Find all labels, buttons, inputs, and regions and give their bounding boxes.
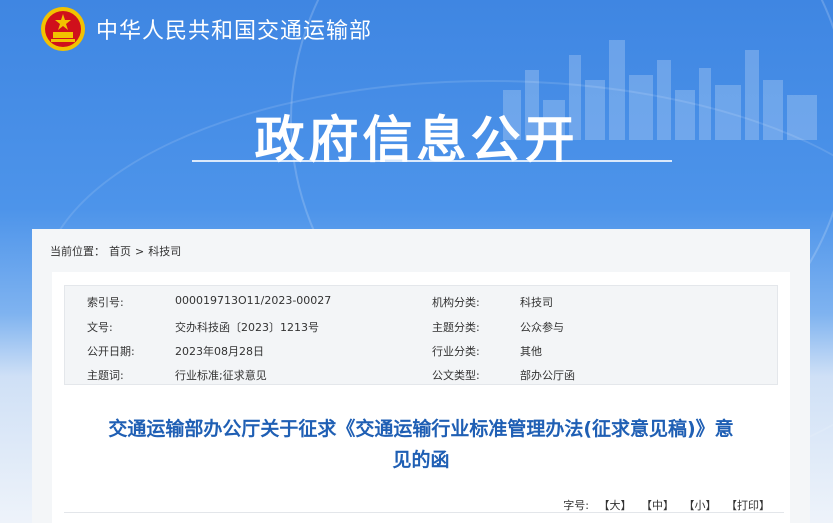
breadcrumb-home-link[interactable]: 首页 bbox=[109, 245, 131, 258]
doc-type-label: 公文类型: bbox=[432, 369, 480, 382]
doc-type-value: 部办公厅函 bbox=[520, 369, 575, 382]
print-button[interactable]: 【打印】 bbox=[726, 499, 770, 512]
document-meta-table: 索引号: 000019713O11/2023-00027 机构分类: 科技司 文… bbox=[64, 285, 778, 385]
index-no-label: 索引号: bbox=[87, 296, 124, 309]
industry-value: 其他 bbox=[520, 345, 542, 358]
document-title: 交通运输部办公厅关于征求《交通运输行业标准管理办法(征求意见稿)》意 见的函 bbox=[52, 414, 790, 476]
index-no-value: 000019713O11/2023-00027 bbox=[175, 294, 332, 307]
breadcrumb-separator: > bbox=[135, 245, 145, 258]
doc-no-label: 文号: bbox=[87, 321, 113, 334]
site-name[interactable]: 中华人民共和国交通运输部 bbox=[96, 13, 372, 45]
topic-label: 主题分类: bbox=[432, 321, 480, 334]
topic-value: 公众参与 bbox=[520, 321, 564, 334]
publish-date-value: 2023年08月28日 bbox=[175, 345, 264, 358]
industry-label: 行业分类: bbox=[432, 345, 480, 358]
font-size-toolbar: 字号: 【大】 【中】 【小】 【打印】 bbox=[563, 497, 770, 513]
breadcrumb: 当前位置： 首页 > 科技司 bbox=[50, 243, 185, 259]
document-title-line: 见的函 bbox=[392, 449, 450, 471]
org-value: 科技司 bbox=[520, 296, 553, 309]
font-size-label: 字号: bbox=[563, 499, 589, 512]
banner-title-underline bbox=[192, 160, 672, 162]
breadcrumb-prefix: 当前位置： bbox=[50, 245, 105, 258]
font-size-small-button[interactable]: 【小】 bbox=[684, 499, 717, 512]
breadcrumb-current-link[interactable]: 科技司 bbox=[148, 245, 181, 258]
national-emblem-icon[interactable] bbox=[40, 6, 86, 52]
divider bbox=[64, 512, 784, 513]
content-area: 索引号: 000019713O11/2023-00027 机构分类: 科技司 文… bbox=[52, 272, 790, 523]
org-label: 机构分类: bbox=[432, 296, 480, 309]
font-size-large-button[interactable]: 【大】 bbox=[599, 499, 632, 512]
publish-date-label: 公开日期: bbox=[87, 345, 135, 358]
document-title-line: 交通运输部办公厅关于征求《交通运输行业标准管理办法(征求意见稿)》意 bbox=[108, 418, 734, 440]
main-panel: 当前位置： 首页 > 科技司 索引号: 000019713O11/2023-00027… bbox=[32, 229, 810, 523]
keywords-value: 行业标准;征求意见 bbox=[175, 369, 267, 382]
font-size-medium-button[interactable]: 【中】 bbox=[641, 499, 674, 512]
keywords-label: 主题词: bbox=[87, 369, 124, 382]
doc-no-value: 交办科技函〔2023〕1213号 bbox=[175, 321, 319, 334]
site-header: 中华人民共和国交通运输部 bbox=[40, 6, 372, 52]
